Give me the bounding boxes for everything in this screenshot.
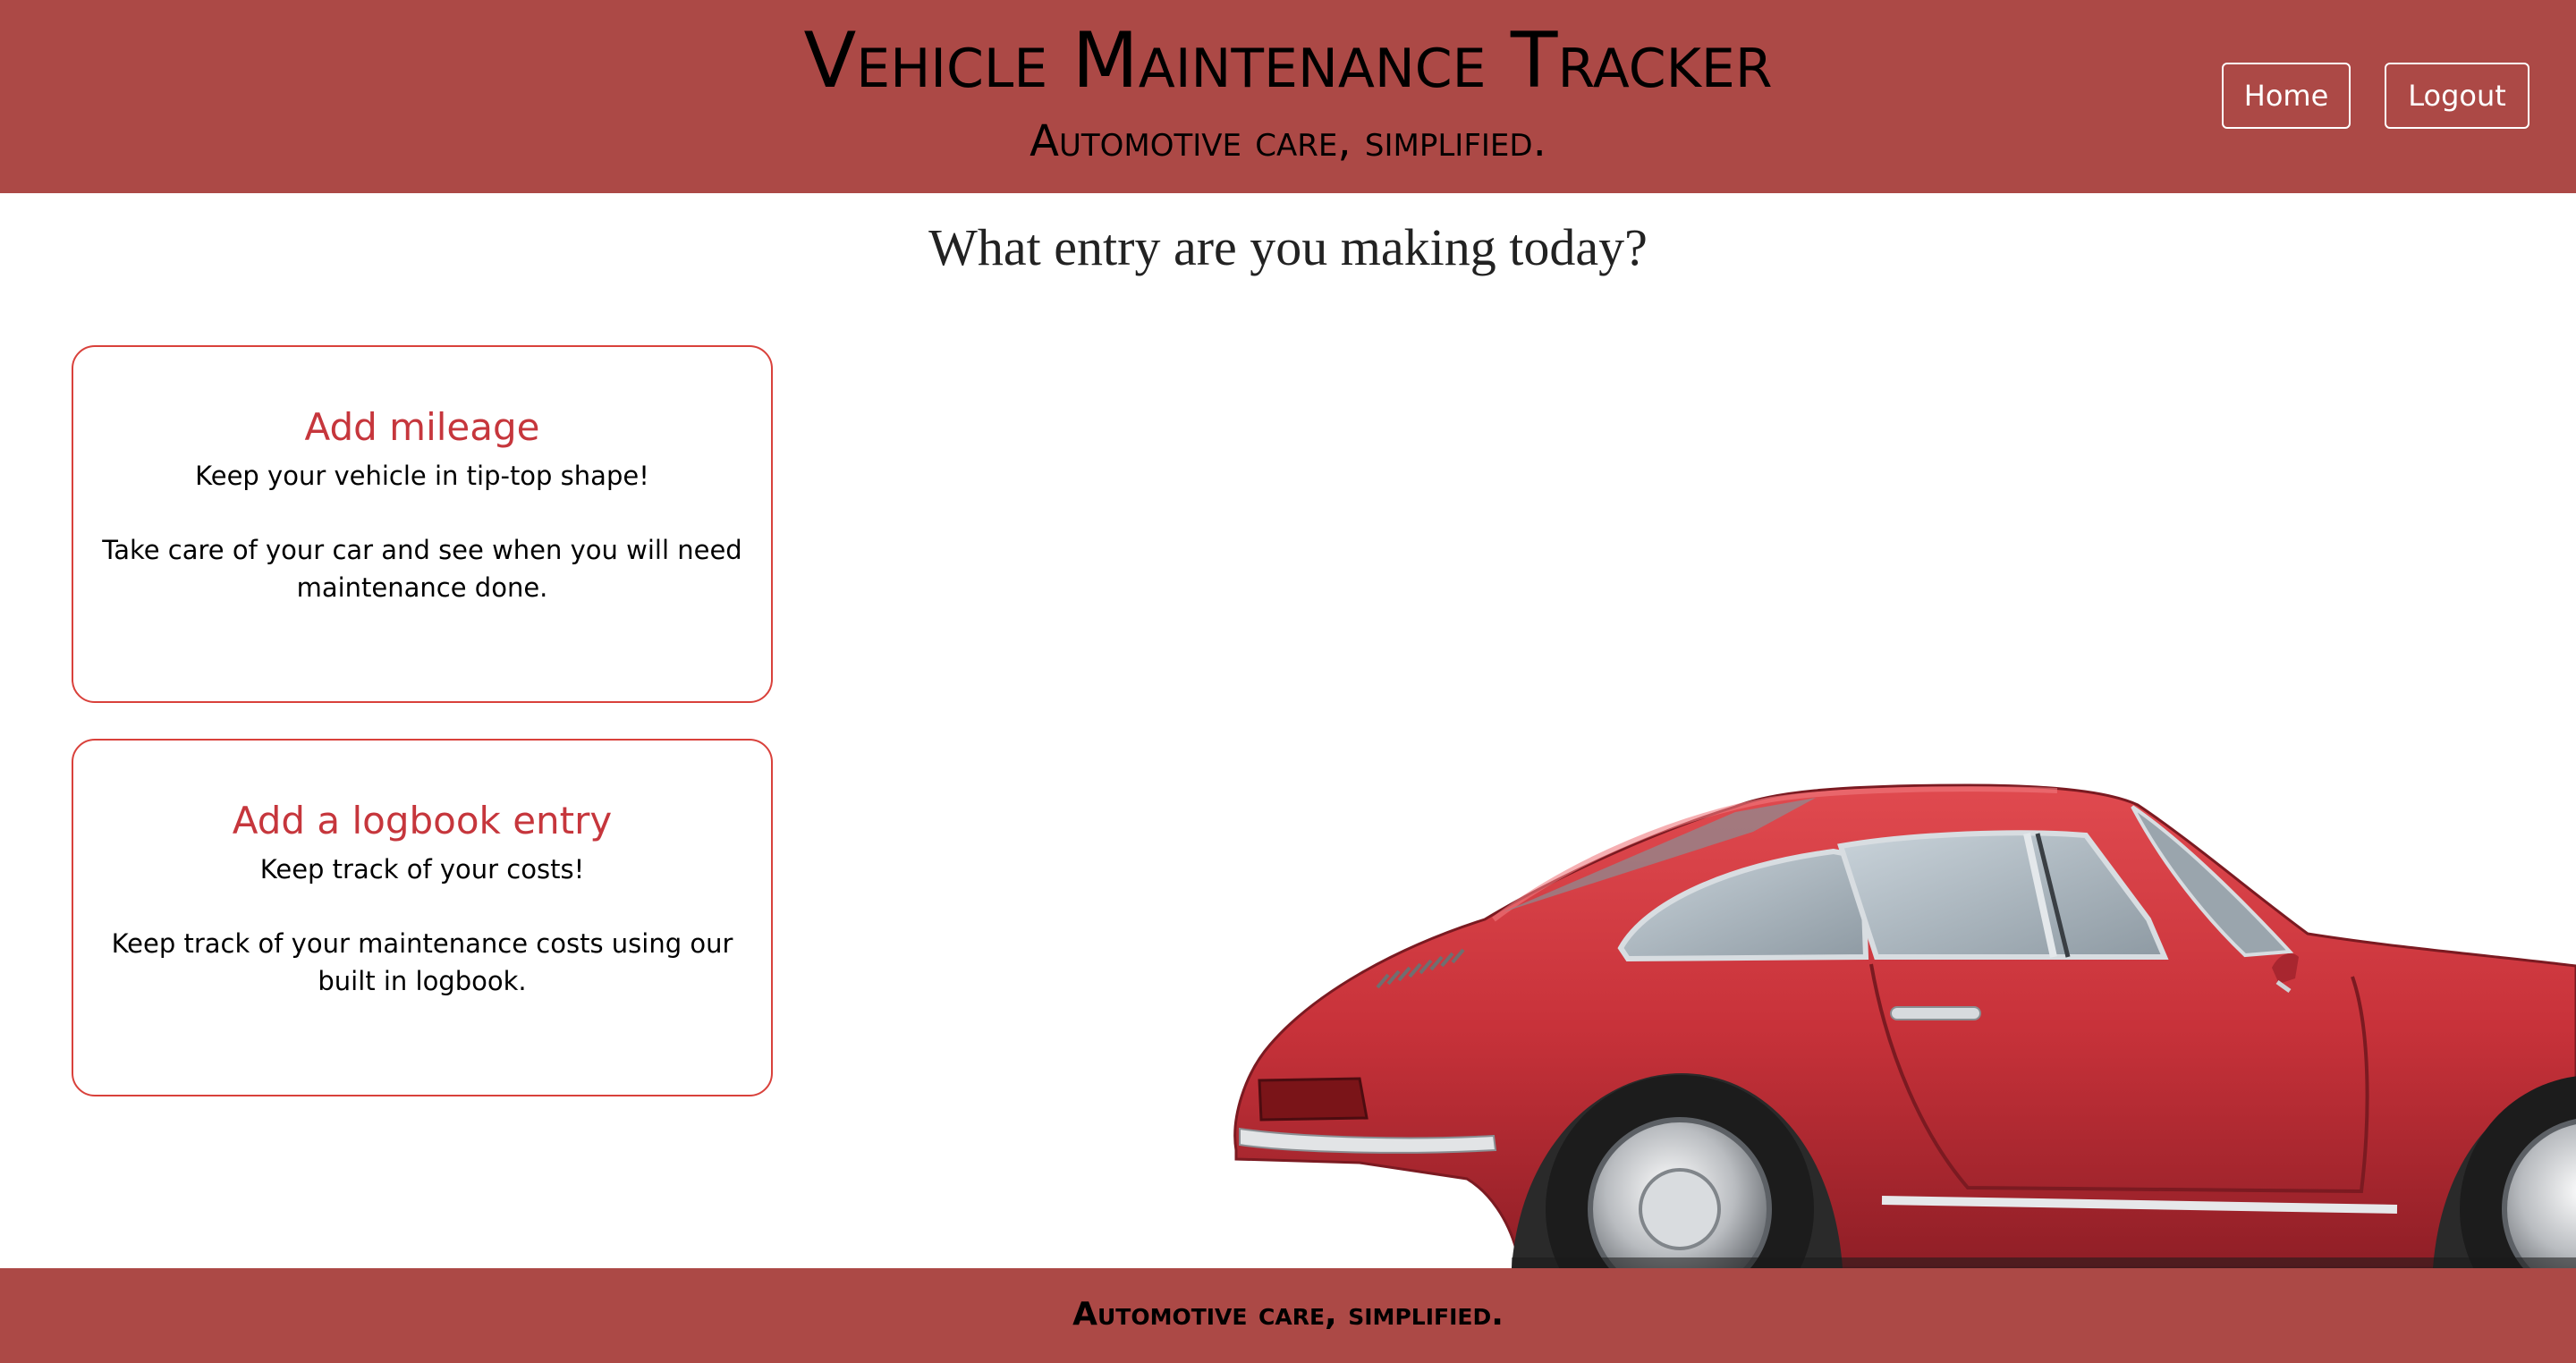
site-header: Vehicle Maintenance Tracker Automotive c… [0,0,2576,193]
add-mileage-card[interactable]: Add mileage Keep your vehicle in tip-top… [72,345,773,703]
add-logbook-entry-card[interactable]: Add a logbook entry Keep track of your c… [72,739,773,1096]
site-title: Vehicle Maintenance Tracker [803,16,1773,106]
footer-tagline: Automotive care, simplified. [1072,1296,1504,1333]
card-title[interactable]: Add a logbook entry [73,798,771,844]
page-prompt: What entry are you making today? [928,218,1648,276]
red-classic-car-image [1233,783,2576,1270]
card-subtitle: Keep your vehicle in tip-top shape! [195,461,649,491]
card-subtitle: Keep track of your costs! [259,854,585,885]
card-description: Keep track of your maintenance costs usi… [111,928,733,996]
site-footer: Automotive care, simplified. [0,1268,2576,1363]
home-button[interactable]: Home [2222,63,2351,129]
card-title[interactable]: Add mileage [73,404,771,451]
logout-button[interactable]: Logout [2385,63,2529,129]
site-tagline: Automotive care, simplified. [1030,116,1546,166]
card-description: Take care of your car and see when you w… [102,535,742,603]
